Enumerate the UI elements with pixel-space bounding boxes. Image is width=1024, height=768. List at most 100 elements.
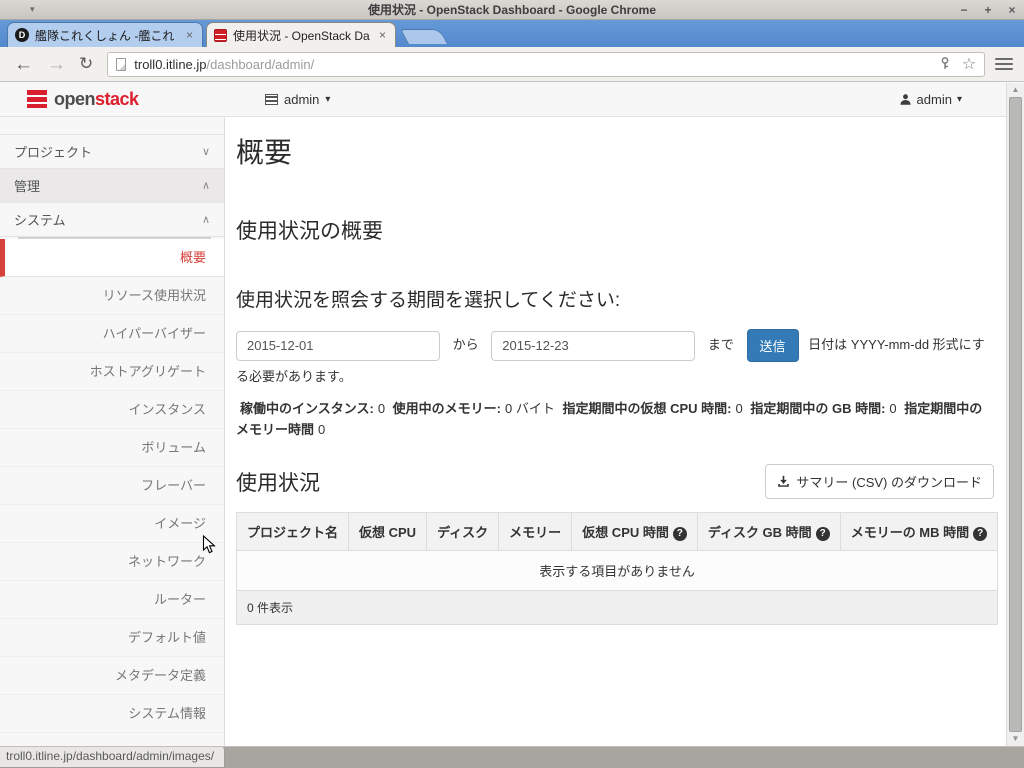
col-memory[interactable]: メモリー xyxy=(499,513,572,551)
col-vcpu-hours[interactable]: 仮想 CPU 時間? xyxy=(572,513,698,551)
sidebar-item-routers[interactable]: ルーター xyxy=(0,581,224,619)
stat-value: 0 xyxy=(736,401,743,416)
tab-kancolle[interactable]: D 艦隊これくしょん -艦これ × xyxy=(7,22,203,47)
main-content: 概要 使用状況の概要 使用状況を照会する期間を選択してください: から まで 送… xyxy=(225,117,1006,746)
logo-text-stack: stack xyxy=(95,89,139,109)
close-button[interactable]: × xyxy=(1006,3,1018,17)
tab-close-icon[interactable]: × xyxy=(377,28,388,42)
sidebar-item-system-information[interactable]: システム情報 xyxy=(0,695,224,733)
tab-openstack-dashboard[interactable]: 使用状況 - OpenStack Da × xyxy=(206,22,396,47)
maximize-button[interactable]: + xyxy=(982,3,994,17)
sidebar-section-system[interactable]: システム ∧ xyxy=(0,203,224,237)
sidebar-top-spacer xyxy=(0,117,224,135)
status-bar-link: troll0.itline.jp/dashboard/admin/images/ xyxy=(0,747,225,768)
sidebar-item-host-aggregates[interactable]: ホストアグリゲート xyxy=(0,353,224,391)
saved-password-key-icon[interactable] xyxy=(938,57,952,71)
sidebar-item-flavors[interactable]: フレーバー xyxy=(0,467,224,505)
col-disk[interactable]: ディスク xyxy=(427,513,499,551)
help-icon[interactable]: ? xyxy=(673,527,687,541)
from-label: から xyxy=(453,337,479,352)
chevron-down-icon: ▾ xyxy=(957,94,962,105)
col-memory-mb-hours[interactable]: メモリーの MB 時間? xyxy=(840,513,997,551)
page-scrollbar[interactable]: ▲ ▼ xyxy=(1006,83,1024,746)
end-date-input[interactable] xyxy=(491,331,695,361)
url-bar[interactable]: troll0.itline.jp /dashboard/admin/ ☆ xyxy=(107,52,985,77)
url-host: troll0.itline.jp xyxy=(134,57,206,72)
stat-value: 0 xyxy=(889,401,896,416)
tab-title: 使用状況 - OpenStack Da xyxy=(233,27,371,44)
scroll-down-icon[interactable]: ▼ xyxy=(1007,732,1024,746)
tab-title: 艦隊これくしょん -艦これ xyxy=(35,27,178,44)
start-date-input[interactable] xyxy=(236,331,440,361)
section-label: プロジェクト xyxy=(14,142,92,161)
sidebar-item-overview[interactable]: 概要 xyxy=(0,239,224,277)
tab-close-icon[interactable]: × xyxy=(184,28,195,42)
minimize-button[interactable]: − xyxy=(958,3,970,17)
usage-table: プロジェクト名 仮想 CPU ディスク メモリー 仮想 CPU 時間? ディスク… xyxy=(236,512,998,625)
scrollbar-thumb[interactable] xyxy=(1009,97,1022,732)
stat-value: 0 xyxy=(318,422,325,437)
reload-icon[interactable]: ↻ xyxy=(79,54,93,74)
stat-label: 指定期間中の仮想 CPU 時間: xyxy=(562,401,731,416)
scroll-up-icon[interactable]: ▲ xyxy=(1007,83,1024,97)
download-csv-button[interactable]: サマリー (CSV) のダウンロード xyxy=(765,464,994,499)
usage-stats-line: 稼働中のインスタンス: 0 使用中のメモリー: 0 バイト 指定期間中の仮想 CPU… xyxy=(236,398,994,440)
url-path: /dashboard/admin/ xyxy=(207,57,315,72)
empty-row: 表示する項目がありません xyxy=(237,551,998,591)
project-list-icon xyxy=(265,94,278,105)
chevron-down-icon: ∨ xyxy=(202,145,210,158)
to-label: まで xyxy=(708,337,734,352)
sidebar-section-admin[interactable]: 管理 ∧ xyxy=(0,169,224,203)
sidebar-item-volumes[interactable]: ボリューム xyxy=(0,429,224,467)
browser-toolbar: ← → ↻ troll0.itline.jp /dashboard/admin/… xyxy=(0,47,1024,82)
item-count: 0 件表示 xyxy=(237,591,998,625)
user-menu-label: admin xyxy=(917,92,952,107)
usage-period-form: から まで 送信 日付は YYYY-mm-dd 形式にする必要があります。 xyxy=(236,329,994,392)
chrome-menu-icon[interactable] xyxy=(995,58,1013,70)
tab-strip: D 艦隊これくしょん -艦これ × 使用状況 - OpenStack Da × xyxy=(0,20,1024,47)
chevron-up-icon: ∧ xyxy=(202,213,210,226)
sidebar-item-hypervisors[interactable]: ハイパーバイザー xyxy=(0,315,224,353)
back-icon[interactable]: ← xyxy=(14,55,33,74)
bookmark-star-icon[interactable]: ☆ xyxy=(962,54,976,74)
usage-table-title: 使用状況 xyxy=(236,467,320,497)
download-csv-label: サマリー (CSV) のダウンロード xyxy=(796,472,982,491)
openstack-favicon xyxy=(214,29,227,42)
section-label: 管理 xyxy=(14,176,40,195)
period-prompt: 使用状況を照会する期間を選択してください: xyxy=(236,285,994,312)
new-tab-button[interactable] xyxy=(400,29,448,44)
table-header-row: プロジェクト名 仮想 CPU ディスク メモリー 仮想 CPU 時間? ディスク… xyxy=(237,513,998,551)
openstack-logo[interactable]: openstack xyxy=(27,89,139,110)
window-menu-icon[interactable]: ▾ xyxy=(30,4,35,15)
sidebar-item-instances[interactable]: インスタンス xyxy=(0,391,224,429)
stat-label: 指定期間中の GB 時間: xyxy=(750,401,885,416)
user-menu[interactable]: admin ▾ xyxy=(899,92,962,107)
window-title: 使用状況 - OpenStack Dashboard - Google Chro… xyxy=(368,1,656,18)
forward-icon: → xyxy=(47,55,66,74)
window-bottom-edge: troll0.itline.jp/dashboard/admin/images/ xyxy=(0,746,1024,768)
col-vcpus[interactable]: 仮想 CPU xyxy=(349,513,427,551)
sidebar-item-networks[interactable]: ネットワーク xyxy=(0,543,224,581)
sidebar: プロジェクト ∨ 管理 ∧ システム ∧ 概要 リソース使用状況 ハイパーバイザ… xyxy=(0,117,225,746)
section-label: システム xyxy=(14,210,66,229)
col-project-name[interactable]: プロジェクト名 xyxy=(237,513,349,551)
help-icon[interactable]: ? xyxy=(973,527,987,541)
project-switcher[interactable]: admin ▾ xyxy=(265,92,330,107)
stat-label: 使用中のメモリー: xyxy=(393,401,501,416)
help-icon[interactable]: ? xyxy=(816,527,830,541)
usage-summary-title: 使用状況の概要 xyxy=(236,215,994,245)
sidebar-item-metadata-definitions[interactable]: メタデータ定義 xyxy=(0,657,224,695)
logo-text-open: open xyxy=(54,89,95,109)
openstack-cube-icon xyxy=(27,90,47,108)
col-disk-gb-hours[interactable]: ディスク GB 時間? xyxy=(697,513,840,551)
submit-button[interactable]: 送信 xyxy=(747,329,799,362)
user-icon xyxy=(899,93,912,106)
sidebar-item-defaults[interactable]: デフォルト値 xyxy=(0,619,224,657)
download-icon xyxy=(777,475,790,488)
stat-value: 0 バイト xyxy=(505,401,555,416)
project-switcher-label: admin xyxy=(284,92,319,107)
sidebar-item-resource-usage[interactable]: リソース使用状況 xyxy=(0,277,224,315)
sidebar-item-images[interactable]: イメージ xyxy=(0,505,224,543)
stat-label: 稼働中のインスタンス: xyxy=(240,401,374,416)
sidebar-section-project[interactable]: プロジェクト ∨ xyxy=(0,135,224,169)
